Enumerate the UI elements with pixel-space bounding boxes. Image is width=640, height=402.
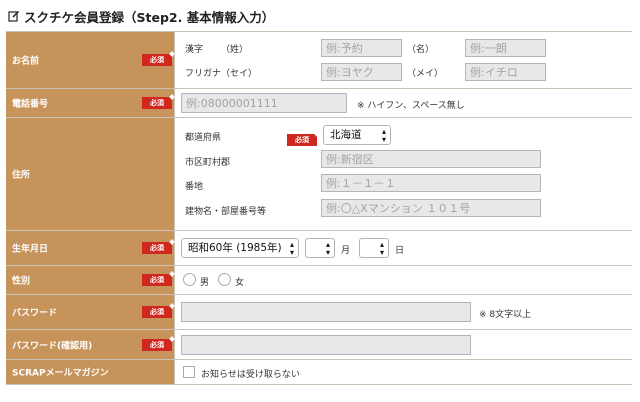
city-input[interactable]: 例:新宿区 [321,150,541,168]
furigana-label: フリガナ（セイ） [185,69,258,79]
address-row: 住所 都道府県 必須 北海道 ▴ ▾ 市区町村郡 例:新宿区 番地 例:１－１－１… [6,118,632,231]
mei-kana-label: （メイ） [407,69,444,79]
password-confirm-input[interactable] [181,335,471,355]
kanji-label: 漢字 [185,45,204,55]
password-confirm-row: パスワード(確認用) 必須 [6,330,632,360]
gender-fields: 男 女 [175,266,632,294]
building-label: 建物名・部屋番号等 [185,207,267,217]
magazine-label: SCRAPメールマガジン [12,368,109,379]
required-badge: 必須 [287,134,317,146]
phone-input[interactable]: 例:08000001111 [181,93,347,113]
city-label: 市区町村郡 [185,158,231,168]
page-title: スクチケ会員登録（Step2. 基本情報入力） [8,8,275,25]
password-note: ※ 8文字以上 [479,310,532,320]
gender-label: 性別 [12,276,31,287]
select-arrows-icon: ▴ ▾ [325,240,330,257]
required-badge: 必須 [142,54,172,66]
birth-day-select[interactable]: ▴ ▾ [359,238,389,258]
password-label-cell: パスワード 必須 [6,295,175,329]
street-input[interactable]: 例:１－１－１ [321,174,541,192]
address-label-cell: 住所 [6,118,175,230]
select-arrows-icon: ▴ ▾ [379,240,384,257]
mei-label: （名） [407,45,435,55]
magazine-label-cell: SCRAPメールマガジン [6,360,175,384]
phone-label: 電話番号 [12,99,49,110]
name-fields: 漢字 （姓） 例:予約 （名） 例:一朗 フリガナ（セイ） 例:ヨヤク （メイ）… [175,32,632,88]
phone-label-cell: 電話番号 必須 [6,89,175,117]
required-badge: 必須 [142,97,172,109]
prefecture-label: 都道府県 [185,133,222,143]
magazine-row: SCRAPメールマガジン お知らせは受け取らない [6,360,632,385]
select-arrows-icon: ▴ ▾ [381,127,386,144]
month-unit: 月 [341,246,351,256]
gender-row: 性別 必須 男 女 [6,266,632,295]
last-name-kana-input[interactable]: 例:ヨヤク [321,63,402,81]
gender-male-radio[interactable] [183,273,196,286]
street-label: 番地 [185,182,204,192]
magazine-fields: お知らせは受け取らない [175,360,632,384]
required-badge: 必須 [142,306,172,318]
birthday-fields: 昭和60年 (1985年) ▴ ▾ ▴ ▾ 月 ▴ ▾ 日 [175,231,632,265]
password-input[interactable] [181,302,471,322]
magazine-optout-label: お知らせは受け取らない [201,370,300,380]
phone-note: ※ ハイフン、スペース無し [357,101,465,111]
required-badge: 必須 [142,338,172,351]
sei-label: （姓） [221,45,249,55]
password-confirm-fields [175,330,632,359]
required-badge: 必須 [142,242,172,254]
address-label: 住所 [12,170,31,181]
select-arrows-icon: ▴ ▾ [289,240,294,257]
password-label: パスワード [12,308,58,319]
magazine-optout-checkbox[interactable] [183,366,195,378]
required-badge: 必須 [142,274,172,286]
gender-female-radio[interactable] [218,273,231,286]
password-fields: ※ 8文字以上 [175,295,632,329]
password-confirm-label-cell: パスワード(確認用) 必須 [6,330,175,359]
birthday-label: 生年月日 [12,244,49,255]
phone-fields: 例:08000001111 ※ ハイフン、スペース無し [175,89,632,117]
prefecture-select[interactable]: 北海道 ▴ ▾ [323,125,391,145]
name-label-cell: お名前 必須 [6,32,175,88]
registration-form: お名前 必須 漢字 （姓） 例:予約 （名） 例:一朗 フリガナ（セイ） 例:ヨ… [6,31,632,385]
birthday-row: 生年月日 必須 昭和60年 (1985年) ▴ ▾ ▴ ▾ 月 ▴ ▾ 日 [6,231,632,266]
birth-year-select[interactable]: 昭和60年 (1985年) ▴ ▾ [181,238,299,258]
name-label: お名前 [12,56,40,67]
name-row: お名前 必須 漢字 （姓） 例:予約 （名） 例:一朗 フリガナ（セイ） 例:ヨ… [6,32,632,89]
address-fields: 都道府県 必須 北海道 ▴ ▾ 市区町村郡 例:新宿区 番地 例:１－１－１ 建物… [175,118,632,230]
page-title-text: スクチケ会員登録（Step2. 基本情報入力） [24,9,275,25]
first-name-kana-input[interactable]: 例:イチロ [465,63,546,81]
last-name-input[interactable]: 例:予約 [321,39,402,57]
first-name-input[interactable]: 例:一朗 [465,39,546,57]
edit-icon [8,10,20,22]
day-unit: 日 [395,246,405,256]
gender-female-label: 女 [235,278,245,288]
birth-year-value: 昭和60年 (1985年) [188,242,282,254]
building-input[interactable]: 例:〇△Xマンション １０１号 [321,199,541,217]
phone-row: 電話番号 必須 例:08000001111 ※ ハイフン、スペース無し [6,89,632,118]
password-confirm-label: パスワード(確認用) [12,341,93,351]
password-row: パスワード 必須 ※ 8文字以上 [6,295,632,330]
prefecture-value: 北海道 [330,129,362,141]
gender-male-label: 男 [200,278,210,288]
birth-month-select[interactable]: ▴ ▾ [305,238,335,258]
gender-label-cell: 性別 必須 [6,266,175,294]
birthday-label-cell: 生年月日 必須 [6,231,175,265]
